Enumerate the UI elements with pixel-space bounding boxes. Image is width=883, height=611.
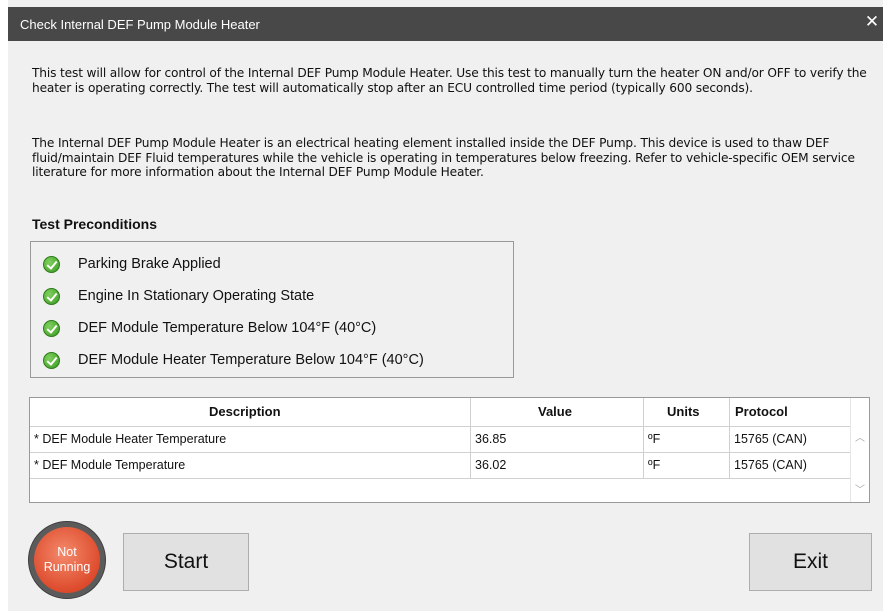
table-row[interactable]: * DEF Module Temperature 36.02 ºF 15765 … — [30, 452, 851, 475]
precondition-label: Engine In Stationary Operating State — [78, 288, 315, 304]
cell-protocol: 15765 (CAN) — [734, 432, 807, 446]
check-circle-icon — [43, 255, 60, 273]
status-text-line1: Not — [57, 545, 77, 559]
status-lamp: Not Running — [34, 527, 100, 593]
parameter-table[interactable]: Description Value Units Protocol * DEF M… — [29, 397, 870, 503]
column-header-value[interactable]: Value — [538, 404, 572, 419]
cell-description: * DEF Module Temperature — [34, 458, 186, 472]
precondition-label: DEF Module Heater Temperature Below 104°… — [78, 352, 424, 368]
test-status-indicator: Not Running — [28, 521, 106, 599]
preconditions-list: Parking Brake Applied Engine In Stationa… — [30, 241, 514, 378]
cell-description: * DEF Module Heater Temperature — [34, 432, 227, 446]
table-row-divider — [30, 478, 851, 479]
column-header-units[interactable]: Units — [667, 404, 700, 419]
description-paragraph-2: The Internal DEF Pump Module Heater is a… — [32, 136, 855, 179]
column-header-protocol[interactable]: Protocol — [735, 404, 788, 419]
title-bar: Check Internal DEF Pump Module Heater ✕ — [8, 7, 883, 41]
cell-value: 36.85 — [475, 432, 507, 446]
table-header: Description Value Units Protocol — [30, 398, 851, 422]
column-header-description[interactable]: Description — [209, 404, 281, 419]
close-icon[interactable]: ✕ — [861, 7, 883, 41]
table-scrollbar[interactable]: ︿ ﹀ — [850, 398, 869, 502]
scroll-up-icon[interactable]: ︿ — [855, 434, 865, 444]
precondition-label: DEF Module Temperature Below 104°F (40°C… — [78, 320, 377, 336]
dialog-window: Check Internal DEF Pump Module Heater ✕ … — [8, 0, 883, 611]
precondition-label: Parking Brake Applied — [78, 256, 221, 272]
check-circle-icon — [43, 351, 60, 369]
status-text-line2: Running — [43, 560, 91, 574]
cell-units: ºF — [648, 458, 661, 472]
window-title: Check Internal DEF Pump Module Heater — [20, 17, 260, 32]
precondition-item: Engine In Stationary Operating State — [43, 285, 314, 307]
precondition-item: DEF Module Heater Temperature Below 104°… — [43, 349, 424, 371]
description-paragraph-1: This test will allow for control of the … — [32, 66, 867, 95]
cell-units: ºF — [648, 432, 661, 446]
precondition-item: Parking Brake Applied — [43, 253, 221, 275]
start-button[interactable]: Start — [123, 533, 249, 591]
precondition-item: DEF Module Temperature Below 104°F (40°C… — [43, 317, 376, 339]
exit-button[interactable]: Exit — [749, 533, 872, 591]
preconditions-heading: Test Preconditions — [32, 216, 157, 232]
table-row[interactable]: * DEF Module Heater Temperature 36.85 ºF… — [30, 426, 851, 449]
cell-protocol: 15765 (CAN) — [734, 458, 807, 472]
scroll-down-icon[interactable]: ﹀ — [855, 486, 865, 496]
check-circle-icon — [43, 287, 60, 305]
cell-value: 36.02 — [475, 458, 507, 472]
check-circle-icon — [43, 319, 60, 337]
